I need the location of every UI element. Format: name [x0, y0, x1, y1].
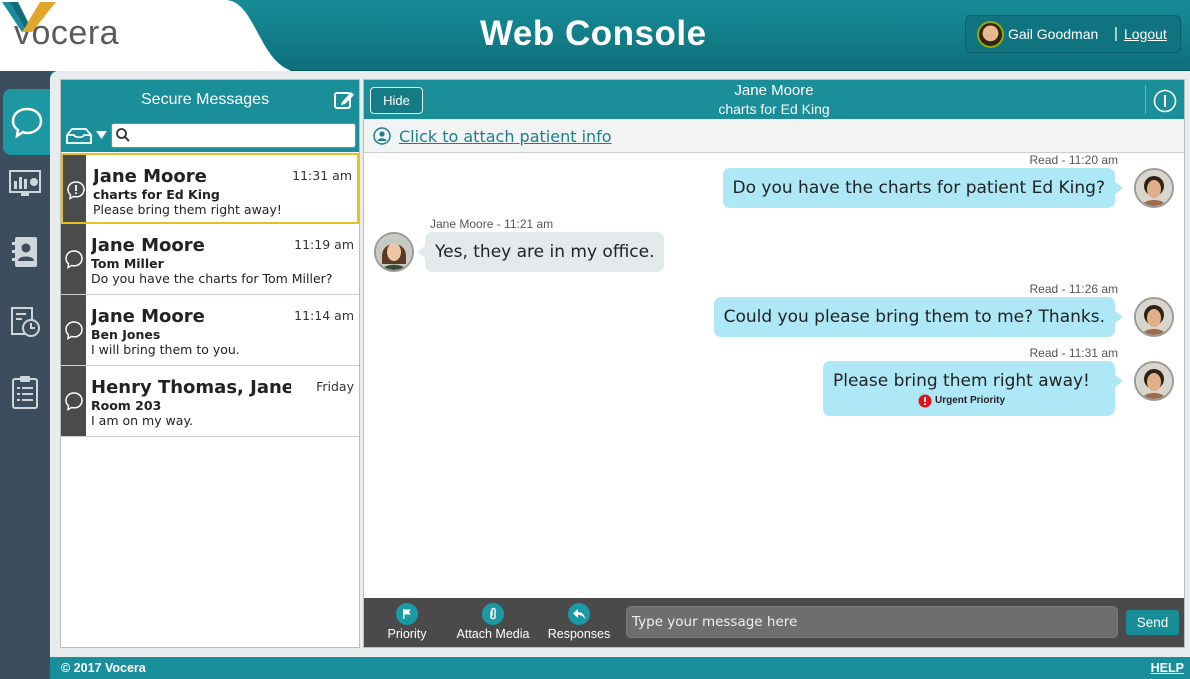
urgent-icon — [918, 394, 932, 408]
left-navigation — [0, 71, 50, 679]
logout-link[interactable]: Logout — [1124, 26, 1167, 42]
nav-messages[interactable] — [3, 89, 50, 155]
dashboard-chart-icon — [9, 170, 41, 196]
message-input[interactable] — [626, 606, 1118, 638]
conversation-list-panel: Secure Messages Jane Moore 11:31 am char… — [60, 79, 360, 648]
list-header: Secure Messages — [61, 80, 359, 120]
reply-arrow-icon — [573, 609, 585, 619]
paperclip-icon — [490, 607, 496, 620]
priority-label: Urgent Priority — [935, 395, 1006, 406]
history-clock-icon — [11, 307, 40, 337]
conversation-time: Friday — [316, 379, 354, 394]
help-link[interactable]: HELP — [1151, 661, 1184, 675]
user-face-icon — [1136, 299, 1172, 335]
urgent-bubble-icon — [67, 181, 85, 200]
conversation-preview: I will bring them to you. — [91, 342, 240, 357]
avatar — [1134, 297, 1174, 337]
nav-tasks[interactable] — [0, 361, 50, 423]
clipboard-list-icon — [12, 376, 38, 409]
copyright: © 2017 Vocera — [61, 661, 146, 675]
compose-icon[interactable] — [333, 89, 355, 111]
inbox-filter-icon[interactable] — [65, 126, 109, 146]
chat-bubble-icon — [11, 107, 42, 138]
message-bubble-outgoing: Please bring them right away! Urgent Pri… — [823, 361, 1123, 416]
avatar — [1134, 168, 1174, 208]
chat-bubble-icon — [65, 392, 83, 411]
footer: © 2017 Vocera HELP — [50, 657, 1190, 679]
user-face-icon — [1136, 170, 1172, 206]
attach-media-label: Attach Media — [456, 627, 530, 641]
nav-dashboard[interactable] — [0, 153, 50, 215]
priority-button[interactable]: Priority — [378, 598, 436, 647]
chat-panel: Hide Jane Moore charts for Ed King Click… — [363, 79, 1185, 648]
message-bubble-incoming: Yes, they are in my office. — [416, 232, 665, 272]
vocera-v-logo-icon — [2, 2, 56, 32]
message-bubble-outgoing: Do you have the charts for patient Ed Ki… — [722, 168, 1124, 208]
conversation-subject: Ben Jones — [91, 327, 161, 342]
chat-bubble-icon — [65, 321, 83, 340]
header-divider — [1145, 85, 1146, 114]
conversation-item[interactable]: Jane Moore 11:19 am Tom Miller Do you ha… — [61, 224, 359, 295]
avatar — [374, 232, 414, 272]
nav-history[interactable] — [0, 291, 50, 353]
avatar — [1134, 361, 1174, 401]
conversation-subject: Room 203 — [91, 398, 162, 413]
conversation-name: Jane Moore — [93, 166, 207, 187]
priority-label: Priority — [387, 627, 427, 641]
nav-contacts[interactable] — [0, 221, 50, 283]
flag-icon — [403, 609, 411, 619]
chat-header: Hide Jane Moore charts for Ed King — [364, 80, 1184, 119]
message-meta: Read - 11:20 am — [1029, 153, 1119, 167]
message-bubble-outgoing: Could you please bring them to me? Thank… — [713, 297, 1124, 337]
attach-media-button[interactable]: Attach Media — [452, 598, 534, 647]
responses-label: Responses — [547, 627, 611, 641]
contacts-book-icon — [12, 237, 37, 267]
user-avatar — [977, 21, 1004, 48]
conversation-time: 11:19 am — [294, 237, 354, 252]
conversation-name: Henry Thomas, Jane... — [91, 377, 291, 398]
chat-contact-name: Jane Moore — [734, 82, 814, 99]
user-face-icon — [1136, 363, 1172, 399]
send-button[interactable]: Send — [1126, 610, 1179, 635]
conversation-item[interactable]: Jane Moore 11:14 am Ben Jones I will bri… — [61, 295, 359, 366]
message-meta: Read - 11:31 am — [1029, 346, 1119, 360]
info-icon[interactable] — [1153, 89, 1177, 113]
app-header: vocera Web Console Gail Goodman | Logout — [0, 0, 1190, 71]
conversation-name: Jane Moore — [91, 235, 205, 256]
attach-patient-row: Click to attach patient info — [364, 119, 1184, 153]
responses-button[interactable]: Responses — [544, 598, 614, 647]
conversation-time: 11:31 am — [292, 168, 352, 183]
conversation-subject: Tom Miller — [91, 256, 164, 271]
conversation-name: Jane Moore — [91, 306, 205, 327]
user-name: Gail Goodman — [1008, 26, 1099, 42]
conversation-subject: charts for Ed King — [93, 187, 220, 202]
chevron-down-icon — [96, 131, 107, 139]
search-input[interactable] — [132, 126, 352, 145]
urgent-priority-badge: Urgent Priority — [918, 394, 1005, 408]
message-meta: Read - 11:26 am — [1029, 282, 1119, 296]
chat-bubble-icon — [65, 250, 83, 269]
conversation-item[interactable]: Henry Thomas, Jane... Friday Room 203 I … — [61, 366, 359, 437]
conversation-preview: Please bring them right away! — [93, 202, 282, 217]
conversation-item[interactable]: Jane Moore 11:31 am charts for Ed King P… — [61, 153, 359, 224]
search-icon — [116, 128, 130, 142]
patient-icon — [373, 127, 391, 145]
contact-face-icon — [376, 234, 412, 270]
message-composer: Priority Attach Media Responses Send — [364, 598, 1184, 647]
user-menu: Gail Goodman | Logout — [965, 15, 1181, 53]
logo-area: vocera — [0, 0, 290, 71]
attach-patient-link[interactable]: Click to attach patient info — [399, 127, 612, 146]
message-meta: Jane Moore - 11:21 am — [430, 217, 554, 231]
list-search-row — [61, 120, 359, 152]
conversation-preview: I am on my way. — [91, 413, 194, 428]
user-separator: | — [1114, 25, 1118, 42]
app-title: Web Console — [480, 14, 707, 53]
conversation-time: 11:14 am — [294, 308, 354, 323]
message-text: Please bring them right away! — [833, 371, 1090, 391]
search-box — [111, 123, 356, 148]
conversation-preview: Do you have the charts for Tom Miller? — [91, 271, 333, 286]
list-title: Secure Messages — [141, 91, 270, 108]
chat-subject: charts for Ed King — [718, 101, 830, 117]
